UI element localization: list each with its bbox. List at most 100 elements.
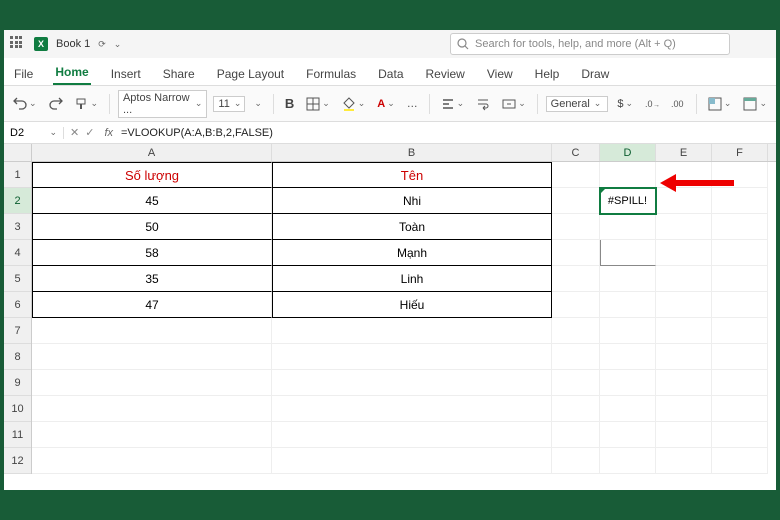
undo-button[interactable]: ⌄ (10, 95, 40, 113)
tab-file[interactable]: File (12, 63, 35, 85)
more-font-button[interactable]: … (404, 96, 421, 112)
cell-d11[interactable] (600, 422, 656, 448)
conditional-format-button[interactable]: ⌄ (705, 95, 735, 113)
currency-button[interactable]: $⌄ (614, 96, 636, 112)
cell-f3[interactable] (712, 214, 768, 240)
font-name-select[interactable]: Aptos Narrow ...⌄ (118, 90, 207, 118)
cell-a2[interactable]: 45 (32, 188, 272, 214)
tab-draw[interactable]: Draw (579, 63, 611, 85)
cell-e6[interactable] (656, 292, 712, 318)
cell-d6[interactable] (600, 292, 656, 318)
cell-a3[interactable]: 50 (32, 214, 272, 240)
cell-b5[interactable]: Linh (272, 266, 552, 292)
row-header-6[interactable]: 6 (4, 292, 31, 318)
cell-c5[interactable] (552, 266, 600, 292)
row-header-10[interactable]: 10 (4, 396, 31, 422)
cell-f5[interactable] (712, 266, 768, 292)
cell-a8[interactable] (32, 344, 272, 370)
cell-c6[interactable] (552, 292, 600, 318)
cell-f7[interactable] (712, 318, 768, 344)
cell-f2[interactable] (712, 188, 768, 214)
wrap-text-button[interactable] (473, 95, 493, 113)
confirm-formula-icon[interactable]: ✓ (85, 126, 94, 139)
bold-button[interactable]: B (282, 94, 297, 113)
cell-f12[interactable] (712, 448, 768, 474)
cell-e10[interactable] (656, 396, 712, 422)
cell-d2[interactable]: #SPILL! (600, 188, 656, 214)
cell-a1[interactable]: Số lượng (32, 162, 272, 188)
merge-button[interactable]: ⌄ (499, 95, 529, 113)
tab-data[interactable]: Data (376, 63, 405, 85)
cell-a10[interactable] (32, 396, 272, 422)
cell-f9[interactable] (712, 370, 768, 396)
col-header-f[interactable]: F (712, 144, 768, 161)
cell-a12[interactable] (32, 448, 272, 474)
cell-a5[interactable]: 35 (32, 266, 272, 292)
spreadsheet-grid[interactable]: A B C D E F 1 2 3 4 5 6 7 8 9 10 11 12 S… (4, 144, 776, 490)
cell-d10[interactable] (600, 396, 656, 422)
row-header-5[interactable]: 5 (4, 266, 31, 292)
col-header-a[interactable]: A (32, 144, 272, 161)
col-header-e[interactable]: E (656, 144, 712, 161)
cell-e3[interactable] (656, 214, 712, 240)
cell-b10[interactable] (272, 396, 552, 422)
cell-b12[interactable] (272, 448, 552, 474)
row-header-7[interactable]: 7 (4, 318, 31, 344)
font-size-more-button[interactable]: ⌄ (251, 96, 265, 111)
cell-f4[interactable] (712, 240, 768, 266)
select-all-corner[interactable] (4, 144, 32, 162)
cell-c11[interactable] (552, 422, 600, 448)
cell-e5[interactable] (656, 266, 712, 292)
cell-b1[interactable]: Tên (272, 162, 552, 188)
cell-c2[interactable] (552, 188, 600, 214)
cell-a6[interactable]: 47 (32, 292, 272, 318)
format-painter-button[interactable]: ⌄ (72, 95, 102, 113)
title-dropdown-icon[interactable]: ⌄ (114, 39, 122, 50)
cell-b2[interactable]: Nhi (272, 188, 552, 214)
cell-a7[interactable] (32, 318, 272, 344)
redo-button[interactable] (46, 95, 66, 113)
font-size-select[interactable]: 11⌄ (213, 96, 245, 112)
col-header-b[interactable]: B (272, 144, 552, 161)
font-color-button[interactable]: A⌄ (374, 96, 398, 112)
cell-d8[interactable] (600, 344, 656, 370)
cell-e12[interactable] (656, 448, 712, 474)
cancel-formula-icon[interactable]: ✕ (70, 126, 79, 139)
cell-c9[interactable] (552, 370, 600, 396)
cell-b9[interactable] (272, 370, 552, 396)
cell-c8[interactable] (552, 344, 600, 370)
row-header-8[interactable]: 8 (4, 344, 31, 370)
row-header-1[interactable]: 1 (4, 162, 31, 188)
tab-review[interactable]: Review (424, 63, 467, 85)
cell-d7[interactable] (600, 318, 656, 344)
row-header-12[interactable]: 12 (4, 448, 31, 474)
formula-input[interactable]: =VLOOKUP(A:A,B:B,2,FALSE) (117, 127, 277, 139)
tab-share[interactable]: Share (161, 63, 197, 85)
cell-e7[interactable] (656, 318, 712, 344)
row-header-2[interactable]: 2 (4, 188, 31, 214)
fx-icon[interactable]: fx (100, 127, 117, 139)
cell-b11[interactable] (272, 422, 552, 448)
cell-f6[interactable] (712, 292, 768, 318)
tab-help[interactable]: Help (533, 63, 562, 85)
cell-c3[interactable] (552, 214, 600, 240)
cell-d12[interactable] (600, 448, 656, 474)
cell-a11[interactable] (32, 422, 272, 448)
col-header-c[interactable]: C (552, 144, 600, 161)
tab-home[interactable]: Home (53, 61, 90, 85)
tab-page-layout[interactable]: Page Layout (215, 63, 286, 85)
cell-c12[interactable] (552, 448, 600, 474)
cell-c10[interactable] (552, 396, 600, 422)
cell-c1[interactable] (552, 162, 600, 188)
cell-e4[interactable] (656, 240, 712, 266)
border-button[interactable]: ⌄ (303, 95, 333, 113)
cell-a9[interactable] (32, 370, 272, 396)
row-header-3[interactable]: 3 (4, 214, 31, 240)
cell-d4[interactable] (600, 240, 656, 266)
cell-b7[interactable] (272, 318, 552, 344)
decimal-decrease-button[interactable]: .0→ (642, 97, 662, 111)
align-button[interactable]: ⌄ (438, 95, 468, 113)
cell-e8[interactable] (656, 344, 712, 370)
name-box[interactable]: D2⌄ (4, 127, 64, 139)
col-header-d[interactable]: D (600, 144, 656, 161)
